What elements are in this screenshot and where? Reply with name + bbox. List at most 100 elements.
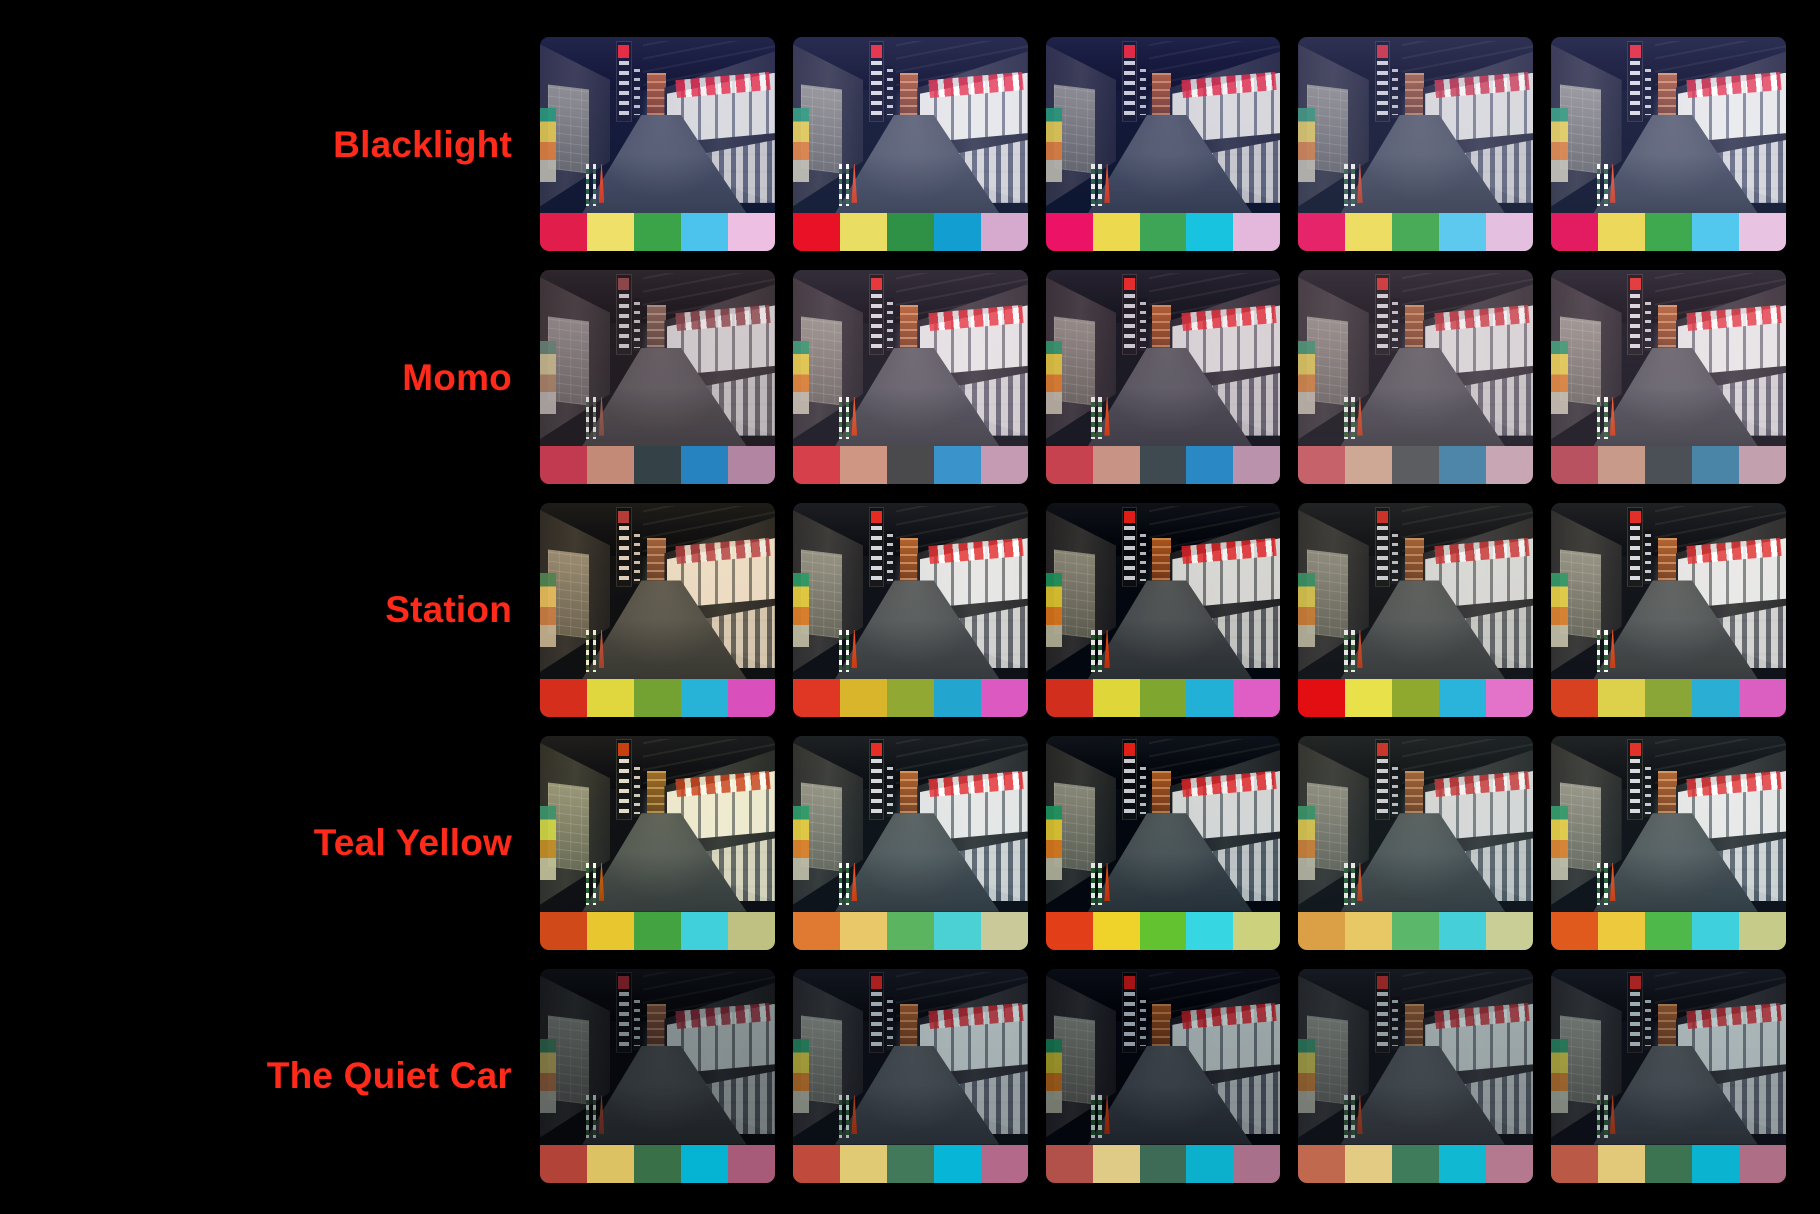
palette-swatch[interactable] [886,213,934,252]
palette-swatch[interactable] [1645,678,1693,717]
preset-variant-card[interactable] [1551,735,1786,950]
preset-variant-card[interactable] [792,270,1028,485]
preset-variant-card[interactable] [1298,735,1534,950]
palette-swatch[interactable] [1092,213,1140,252]
palette-swatch[interactable] [886,911,934,950]
palette-swatch[interactable] [1298,678,1346,717]
palette-swatch[interactable] [1551,1144,1599,1183]
palette-swatch[interactable] [633,1144,681,1183]
palette-swatch[interactable] [633,678,681,717]
palette-swatch[interactable] [1598,1144,1646,1183]
palette-swatch[interactable] [980,1144,1028,1183]
palette-swatch[interactable] [1392,678,1440,717]
palette-swatch[interactable] [792,446,840,485]
palette-swatch[interactable] [1186,446,1234,485]
palette-swatch[interactable] [727,446,775,485]
preset-variant-card[interactable] [1298,968,1534,1183]
palette-swatch[interactable] [1692,678,1739,717]
palette-swatch[interactable] [540,446,587,485]
preset-variant-card[interactable] [1045,270,1281,485]
palette-swatch[interactable] [839,678,887,717]
palette-swatch[interactable] [1439,446,1487,485]
palette-swatch[interactable] [680,446,728,485]
preset-variant-card[interactable] [1045,968,1281,1183]
preset-variant-card[interactable] [1298,270,1534,485]
palette-swatch[interactable] [633,911,681,950]
palette-swatch[interactable] [1486,446,1534,485]
palette-swatch[interactable] [933,213,981,252]
palette-swatch[interactable] [1439,1144,1487,1183]
palette-swatch[interactable] [1645,446,1693,485]
palette-swatch[interactable] [1486,911,1534,950]
palette-swatch[interactable] [1233,213,1281,252]
palette-swatch[interactable] [1486,213,1534,252]
palette-swatch[interactable] [1598,911,1646,950]
palette-swatch[interactable] [1345,911,1393,950]
preset-variant-card[interactable] [1298,37,1534,252]
palette-swatch[interactable] [839,911,887,950]
palette-swatch[interactable] [586,446,634,485]
palette-swatch[interactable] [1045,1144,1093,1183]
palette-swatch[interactable] [1186,213,1234,252]
palette-swatch[interactable] [886,446,934,485]
palette-swatch[interactable] [680,678,728,717]
palette-swatch[interactable] [1598,446,1646,485]
preset-variant-card[interactable] [540,502,775,717]
palette-swatch[interactable] [1439,678,1487,717]
palette-swatch[interactable] [1186,911,1234,950]
palette-swatch[interactable] [586,911,634,950]
preset-variant-card[interactable] [792,37,1028,252]
palette-swatch[interactable] [1345,446,1393,485]
palette-swatch[interactable] [792,1144,840,1183]
palette-swatch[interactable] [1092,678,1140,717]
palette-swatch[interactable] [1551,213,1599,252]
palette-swatch[interactable] [1233,446,1281,485]
palette-swatch[interactable] [1645,911,1693,950]
palette-swatch[interactable] [586,678,634,717]
palette-swatch[interactable] [933,911,981,950]
palette-swatch[interactable] [792,911,840,950]
palette-swatch[interactable] [633,213,681,252]
preset-variant-card[interactable] [1045,735,1281,950]
preset-variant-card[interactable] [1551,37,1786,252]
palette-swatch[interactable] [540,1144,587,1183]
palette-swatch[interactable] [1045,213,1093,252]
palette-swatch[interactable] [1045,446,1093,485]
palette-swatch[interactable] [980,213,1028,252]
palette-swatch[interactable] [1045,911,1093,950]
palette-swatch[interactable] [1139,1144,1187,1183]
preset-variant-card[interactable] [540,968,775,1183]
palette-swatch[interactable] [886,1144,934,1183]
preset-variant-card[interactable] [540,37,775,252]
preset-variant-card[interactable] [1551,502,1786,717]
palette-swatch[interactable] [1139,446,1187,485]
palette-swatch[interactable] [1739,446,1786,485]
palette-swatch[interactable] [1186,1144,1234,1183]
preset-variant-card[interactable] [1298,502,1534,717]
palette-swatch[interactable] [1692,446,1739,485]
palette-swatch[interactable] [1186,678,1234,717]
palette-swatch[interactable] [540,678,587,717]
palette-swatch[interactable] [1439,213,1487,252]
palette-swatch[interactable] [1345,678,1393,717]
palette-swatch[interactable] [1739,213,1786,252]
palette-swatch[interactable] [1692,213,1739,252]
palette-swatch[interactable] [1739,911,1786,950]
palette-swatch[interactable] [1739,1144,1786,1183]
palette-swatch[interactable] [540,911,587,950]
palette-swatch[interactable] [1233,911,1281,950]
palette-swatch[interactable] [886,678,934,717]
palette-swatch[interactable] [727,911,775,950]
palette-swatch[interactable] [1233,678,1281,717]
palette-swatch[interactable] [1392,446,1440,485]
palette-swatch[interactable] [1392,1144,1440,1183]
preset-variant-card[interactable] [1045,37,1281,252]
palette-swatch[interactable] [1439,911,1487,950]
preset-variant-card[interactable] [1551,270,1786,485]
palette-swatch[interactable] [1045,678,1093,717]
palette-swatch[interactable] [980,446,1028,485]
palette-swatch[interactable] [1392,213,1440,252]
palette-swatch[interactable] [727,1144,775,1183]
palette-swatch[interactable] [1139,678,1187,717]
palette-swatch[interactable] [1092,1144,1140,1183]
